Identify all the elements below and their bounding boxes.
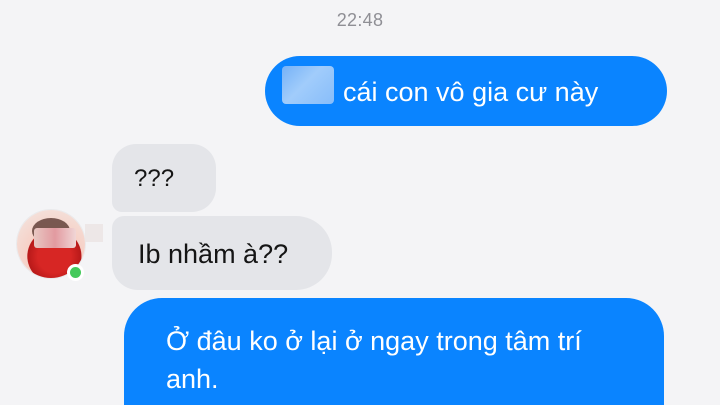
incoming-message-bubble[interactable]: ???	[112, 144, 216, 212]
incoming-message-bubble[interactable]: Ib nhầm à??	[112, 216, 332, 290]
outgoing-message-text: Ở đâu ko ở lại ở ngay trong tâm trí anh.	[166, 326, 582, 394]
outgoing-message-bubble[interactable]: Ở đâu ko ở lại ở ngay trong tâm trí anh.	[124, 298, 664, 405]
message-timestamp: 22:48	[336, 10, 384, 30]
outgoing-message-text: cái con vô gia cư này	[343, 77, 599, 107]
avatar-redaction-mask	[85, 224, 103, 242]
online-status-icon	[67, 264, 84, 281]
avatar-redaction-mask	[34, 228, 76, 248]
incoming-message-text: Ib nhầm à??	[138, 239, 289, 269]
incoming-message-text: ???	[134, 165, 175, 192]
redaction-mask	[282, 66, 334, 104]
chat-conversation: 22:48 cái con vô gia cư này ??? Ib nhầm …	[0, 0, 720, 405]
